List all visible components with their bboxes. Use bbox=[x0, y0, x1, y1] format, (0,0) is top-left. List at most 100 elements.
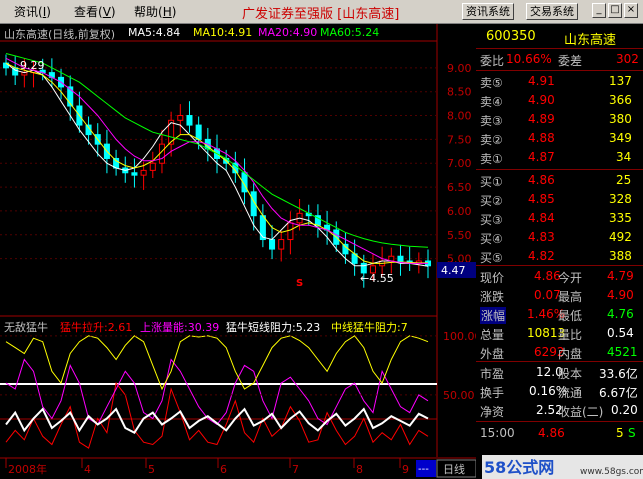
buy-level-label: 买② bbox=[480, 194, 503, 208]
buy-level-label: 买③ bbox=[480, 213, 503, 227]
quote-row: 买③ 4.84 335 bbox=[476, 210, 643, 228]
indicator-tick-label: 50.00 bbox=[443, 389, 475, 402]
price-tick-label: 7.00 bbox=[447, 157, 472, 170]
candle-body bbox=[287, 222, 294, 241]
buy-volume: 328 bbox=[609, 192, 632, 206]
menu-bar: 资讯(I) 查看(V) 帮助(H) 广发证券至强版 [山东高速] 资讯系统 交易… bbox=[0, 0, 643, 24]
ma5-label: MA5:4.84 bbox=[128, 26, 181, 39]
candle-body bbox=[259, 215, 266, 241]
tick-side: S bbox=[628, 426, 636, 440]
high-price-label: 9.29 bbox=[20, 59, 45, 72]
quote-row: 买⑤ 4.82 388 bbox=[476, 248, 643, 266]
candle-body bbox=[140, 169, 147, 176]
quote-row: 买① 4.86 25 bbox=[476, 172, 643, 190]
stat-label: 现价 bbox=[480, 271, 505, 285]
app-title: 广发证券至强版 [山东高速] bbox=[242, 7, 400, 22]
sell-volume: 380 bbox=[609, 112, 632, 126]
chart-title: 山东高速(日线,前复权) bbox=[4, 28, 116, 41]
buy-volume: 388 bbox=[609, 249, 632, 263]
buy-volume: 335 bbox=[609, 211, 632, 225]
info-system-button[interactable]: 资讯系统 bbox=[462, 3, 514, 20]
fundamental-label: 换手 bbox=[480, 386, 505, 400]
indicator-series-3: 猛牛短线阻力:5.23 bbox=[226, 321, 321, 334]
stock-name: 山东高速 bbox=[564, 33, 617, 48]
indicator-series-1: 猛牛拉升:2.61 bbox=[60, 321, 133, 334]
menu-item-help[interactable]: 帮助(H) bbox=[134, 3, 176, 20]
stat-label: 最低 bbox=[558, 309, 583, 323]
order-diff: 302 bbox=[616, 52, 639, 66]
buy-price: 4.83 bbox=[528, 230, 555, 244]
quote-row: 卖② 4.88 349 bbox=[476, 130, 643, 148]
time-axis-label: 6 bbox=[220, 463, 227, 476]
buy-level-label: 买④ bbox=[480, 232, 503, 246]
chart-area[interactable]: 9.008.508.007.507.006.506.005.505.00 100… bbox=[0, 24, 476, 479]
candle-body bbox=[342, 243, 349, 255]
sell-level-label: 卖① bbox=[480, 152, 503, 166]
time-axis-label: 4 bbox=[84, 463, 91, 476]
buy-price: 4.85 bbox=[528, 192, 555, 206]
stat-value: 4.76 bbox=[607, 307, 634, 321]
time-axis-label: 7 bbox=[292, 463, 299, 476]
stock-app-window: 资讯(I) 查看(V) 帮助(H) 广发证券至强版 [山东高速] 资讯系统 交易… bbox=[0, 0, 643, 479]
quote-row: 买② 4.85 328 bbox=[476, 191, 643, 209]
fundamental-label: 收益(二) bbox=[558, 405, 604, 419]
sell-volume: 349 bbox=[609, 131, 632, 145]
time-axis-label: 5 bbox=[148, 463, 155, 476]
stat-value: 0.07 bbox=[534, 288, 561, 302]
stat-value: 4.90 bbox=[607, 288, 634, 302]
close-icon[interactable]: × bbox=[624, 3, 638, 18]
sell-level-label: 卖⑤ bbox=[480, 76, 503, 90]
quote-row: 总量 10813 量比 0.54 bbox=[476, 325, 643, 343]
tick-vol: 5 bbox=[616, 426, 624, 440]
quote-header: 600350 山东高速 bbox=[476, 28, 643, 48]
sell-level-label: 卖④ bbox=[480, 95, 503, 109]
quote-row: 卖⑤ 4.91 137 bbox=[476, 73, 643, 91]
time-axis-label: 8 bbox=[356, 463, 363, 476]
stock-code: 600350 bbox=[486, 29, 536, 44]
sell-price: 4.90 bbox=[528, 93, 555, 107]
candle-body bbox=[195, 124, 202, 140]
order-ratio-row: 委比 10.66% 委差 302 bbox=[480, 52, 639, 68]
stat-value: 4.86 bbox=[534, 269, 561, 283]
buy-price: 4.82 bbox=[528, 249, 555, 263]
indicator-series-4: 中线猛牛阻力:7 bbox=[331, 321, 408, 334]
stat-label: 涨幅 bbox=[480, 307, 507, 324]
stat-label: 量比 bbox=[558, 328, 583, 342]
sell-price: 4.88 bbox=[528, 131, 555, 145]
trade-system-button[interactable]: 交易系统 bbox=[526, 3, 578, 20]
fundamental-label: 流通 bbox=[558, 386, 583, 400]
time-axis-label: 2008年 bbox=[8, 462, 47, 476]
buy-volume: 492 bbox=[609, 230, 632, 244]
sell-level-label: 卖③ bbox=[480, 114, 503, 128]
sell-volume: 34 bbox=[616, 150, 632, 164]
indicator-tick-label: 100.00 bbox=[443, 330, 476, 343]
quote-row: 外盘 6292 内盘 4521 bbox=[476, 344, 643, 362]
minimize-icon[interactable]: _ bbox=[592, 3, 606, 18]
menu-item-info[interactable]: 资讯(I) bbox=[14, 3, 51, 20]
buy-price: 4.84 bbox=[528, 211, 555, 225]
indicator-name: 无敌猛牛 bbox=[4, 321, 48, 334]
tick-time: 15:00 bbox=[480, 426, 515, 440]
price-tick-label: 6.50 bbox=[447, 181, 472, 194]
stat-label: 内盘 bbox=[558, 347, 583, 361]
candle-body bbox=[186, 115, 193, 126]
maximize-icon[interactable]: □ bbox=[608, 3, 622, 18]
quote-row: 净资 2.52 收益(二) 0.20 bbox=[476, 402, 643, 420]
quote-row: 卖③ 4.89 380 bbox=[476, 111, 643, 129]
price-tick-label: 8.00 bbox=[447, 110, 472, 123]
sell-volume: 137 bbox=[609, 74, 632, 88]
price-tick-label: 6.00 bbox=[447, 205, 472, 218]
candle-body bbox=[149, 162, 156, 171]
time-axis-label: 9 bbox=[402, 463, 409, 476]
tick-row: 15:00 4.86 5 S bbox=[476, 425, 643, 443]
indicator-series-2: 上涨量能:30.39 bbox=[140, 321, 220, 334]
signal-s-marker: S bbox=[296, 278, 303, 289]
stat-label: 涨跌 bbox=[480, 290, 505, 304]
last-price-label: 4.47 bbox=[441, 264, 466, 277]
candle-body bbox=[177, 115, 184, 121]
stat-label: 总量 bbox=[480, 328, 505, 342]
fundamental-value: 0.20 bbox=[611, 403, 638, 417]
fundamental-value: 6.67亿 bbox=[599, 386, 638, 400]
menu-item-view[interactable]: 查看(V) bbox=[74, 3, 116, 20]
quote-row: 换手 0.16% 流通 6.67亿 bbox=[476, 383, 643, 401]
